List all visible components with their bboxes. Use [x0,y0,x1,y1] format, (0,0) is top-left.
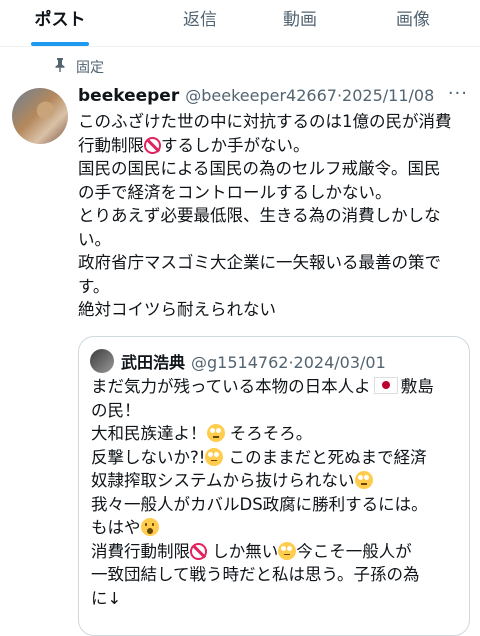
author-name[interactable]: beekeeper [78,86,179,106]
pinned-indicator: 固定 [52,58,104,78]
surprised-emoji-icon [140,518,159,536]
eye-roll-emoji-icon [206,424,225,442]
quoted-text: まだ気力が残っている本物の日本人よ 敷島 の民！ 大和民族達よ！ そろそろ。 反撃… [91,375,463,610]
post-line: このふざけた世の中に対抗するのは1億の民が消費 [78,112,452,131]
eye-roll-emoji-icon [278,541,297,560]
quoted-text-span: 奴隷搾取システムから抜けられない [91,471,355,490]
quoted-header: 武田浩典 @g1514762·2024/03/01 [121,349,386,373]
quoted-line: 奴隷搾取システムから抜けられない [91,469,463,493]
quoted-line: に↓ [91,588,122,608]
post-line: い。 [78,229,111,249]
avatar[interactable] [12,88,68,144]
post-date[interactable]: 2025/11/08 [342,86,434,105]
quoted-author-handle: @g1514762·2024/03/01 [191,353,386,372]
quoted-text-span: しか無い [212,541,279,561]
quoted-line: 一致団結して戦う時だと私は思う。子孫の為 [91,565,420,584]
quoted-date: 2024/03/01 [293,353,386,372]
tab-videos-label: 動画 [283,10,317,30]
quoted-text-span: 敷島 [400,377,434,396]
tab-posts-label: ポスト [34,10,86,30]
post-line: 国民の国民による国民の為のセルフ戒厳令。国民 [78,159,441,178]
quoted-text-span: もはや [91,518,141,537]
quoted-line: 反撃しないか?! このままだと死ぬまで経済 [91,446,463,470]
author-handle-text: @beekeeper42667 [185,86,337,105]
quoted-text-span: まだ気力が残っている本物の日本人よ [91,377,371,396]
post-text-span: 行動制限 [78,135,144,155]
post-line: 政府省庁マスゴミ大企業に一矢報いる最善の策で [78,253,441,272]
tab-posts[interactable]: ポスト [0,0,120,46]
eye-roll-emoji-icon [205,447,224,466]
tab-images-label: 画像 [396,10,430,30]
post-line: す。 [78,276,110,296]
post-line: の手で経済をコントロールするしかない。 [78,182,392,202]
post-line: 行動制限 するしか手がない。 [78,134,472,158]
quoted-text-span: 反撃しないか?! [91,447,206,467]
more-options-icon[interactable]: ··· [448,83,468,104]
quoted-line: 大和民族達よ！ そろそろ。 [91,422,463,446]
tab-replies-label: 返信 [183,10,217,30]
quoted-avatar [90,349,114,373]
quoted-text-span: 今こそ一般人が [296,541,412,561]
post-header: beekeeper @beekeeper42667·2025/11/08 ··· [78,83,470,110]
quoted-text-span: このままだと死ぬまで経済 [228,447,427,467]
pin-icon [52,58,68,78]
quoted-handle-text: @g1514762 [191,353,289,372]
quoted-line: まだ気力が残っている本物の日本人よ 敷島 [91,375,463,399]
tab-images[interactable]: 画像 [353,0,473,46]
quoted-line: もはや [91,516,463,540]
quoted-author-name: 武田浩典 [121,353,186,372]
quoted-text-span: 大和民族達よ！ [91,424,207,443]
quoted-line: 我々一般人がカバルDS政腐に勝利するには。 [91,494,428,514]
quoted-text-span: 消費行動制限 [91,541,190,561]
eye-roll-emoji-icon [354,471,373,489]
pinned-label: 固定 [76,60,104,76]
author-handle[interactable]: @beekeeper42667·2025/11/08 [185,86,434,105]
quoted-post[interactable]: 武田浩典 @g1514762·2024/03/01 まだ気力が残っている本物の日本… [78,336,470,636]
post-line: とりあえず必要最低限、生きる為の消費しかしな [78,206,441,225]
profile-tabs: ポスト 返信 動画 画像 [0,0,480,47]
prohibited-emoji-icon [144,136,161,154]
quoted-line: 消費行動制限 しか無い 今こそ一般人が [91,540,463,564]
tab-videos[interactable]: 動画 [240,0,360,46]
post-line: 絶対コイツら耐えられない [78,300,276,319]
japan-flag-icon [373,377,398,394]
post-text: このふざけた世の中に対抗するのは1億の民が消費 行動制限 するしか手がない。 国民… [78,110,472,322]
quoted-line: の民！ [91,400,141,420]
quoted-text-span: そろそろ。 [229,424,313,443]
post-text-span: するしか手がない。 [161,135,310,155]
prohibited-emoji-icon [190,542,207,560]
active-tab-indicator [31,42,89,46]
